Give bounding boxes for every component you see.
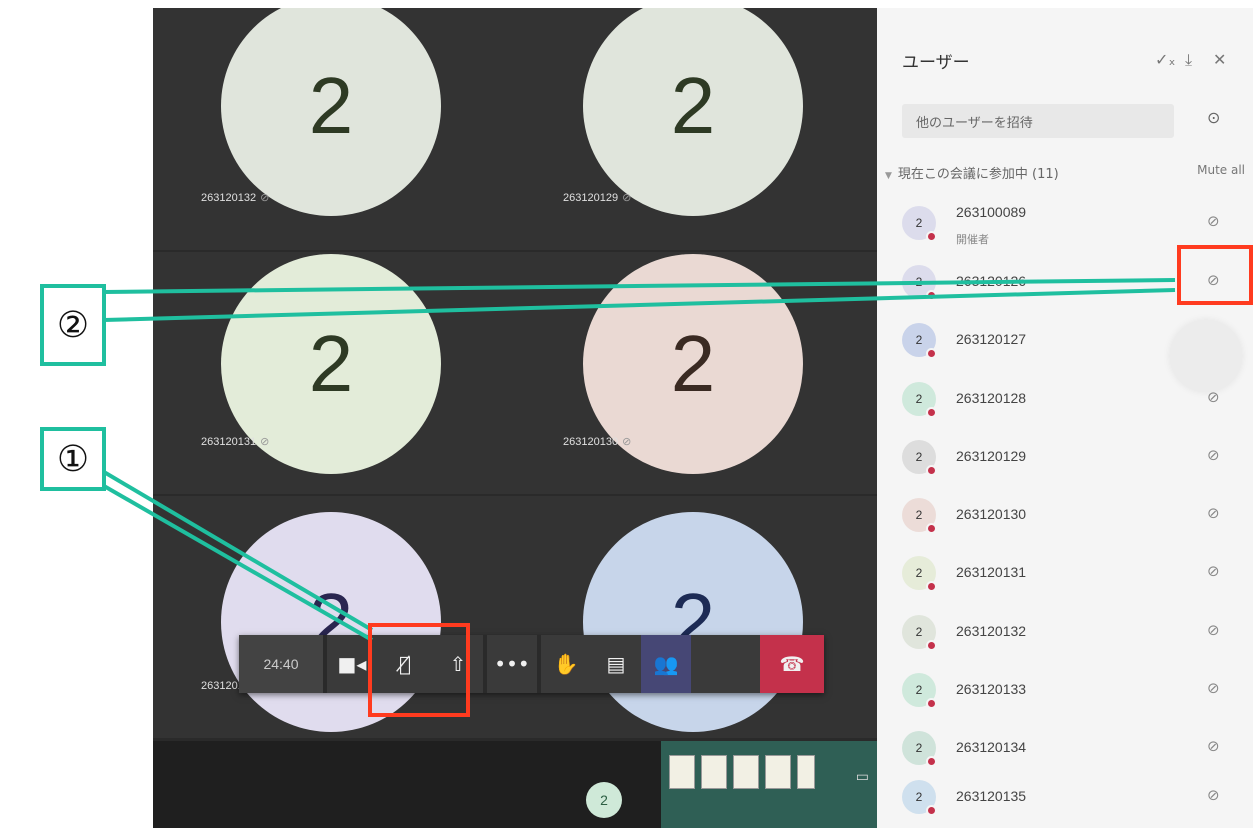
mic-muted-icon[interactable]: ⊘ [1207, 679, 1220, 697]
participant-name: 263120126 [956, 273, 1027, 289]
raise-hand-icon[interactable]: ✋ [541, 635, 591, 693]
mic-muted-icon: ⊘ [622, 192, 632, 204]
tile-name: 263120130 ⊘ [563, 436, 632, 448]
participant-row[interactable]: 2 263120130 ⊘ [902, 490, 1242, 546]
call-timer: 24:40 [239, 635, 323, 693]
card-image [797, 755, 815, 789]
participant-name: 263120127 [956, 331, 1027, 347]
download-icon[interactable]: ⤓ [1185, 50, 1192, 70]
video-grid: 2 263120132 ⊘ 2 263120129 ⊘ 2 263120131 ⊘ 2… [153, 8, 877, 828]
tile-avatar: 2 [221, 8, 441, 216]
participants-panel: ユーザー ✓ₓ ⤓ ✕ 他のユーザーを招待 ⊙ ▼ 現在この会議に参加中 (11)… [877, 8, 1253, 828]
highlight-mic-button [368, 623, 470, 717]
status-dot [926, 407, 937, 418]
status-dot [926, 581, 937, 592]
participant-name: 263120132 [956, 623, 1027, 639]
tile-name: 263120131 ⊘ [201, 436, 270, 448]
status-dot [926, 756, 937, 767]
screen-share-icon: ▭ [855, 769, 869, 785]
chat-icon[interactable]: ▤ [591, 635, 641, 693]
mic-muted-icon[interactable]: ⊘ [1207, 212, 1220, 230]
participant-row[interactable]: 2 263120134 ⊘ [902, 723, 1242, 779]
mic-muted-icon[interactable]: ⊘ [1207, 621, 1220, 639]
video-tile[interactable]: 2 263120132 ⊘ [153, 8, 515, 250]
status-dot [926, 523, 937, 534]
mute-all-button[interactable]: Mute all [1197, 163, 1245, 177]
card-image [733, 755, 759, 789]
annotation-label-1: ① [40, 427, 106, 491]
mic-muted-icon[interactable]: ⊘ [1207, 562, 1220, 580]
participants-icon[interactable]: 👥 [641, 635, 691, 693]
tile-avatar: 2 [583, 8, 803, 216]
mic-muted-icon[interactable]: ⊘ [1207, 504, 1220, 522]
annotation-label-2: ② [40, 284, 106, 366]
link-icon[interactable]: ⊙ [1207, 108, 1220, 127]
mic-muted-icon: ⊘ [260, 192, 270, 204]
more-icon[interactable]: ••• [487, 635, 537, 693]
participant-row[interactable]: 2 263120135 ⊘ [902, 772, 1242, 828]
tile-name: 263120132 ⊘ [201, 192, 270, 204]
participant-row[interactable]: 2 263120129 ⊘ [902, 432, 1242, 488]
participant-name: 263120131 [956, 564, 1027, 580]
invite-input[interactable]: 他のユーザーを招待 [902, 104, 1174, 138]
status-dot [926, 698, 937, 709]
video-tile[interactable]: 2 263120127⊘ [515, 496, 877, 738]
mic-muted-icon[interactable]: ⊘ [1207, 446, 1220, 464]
participant-name: 263120134 [956, 739, 1027, 755]
participant-name: 263120133 [956, 681, 1027, 697]
mic-muted-icon[interactable]: ⊘ [1207, 786, 1220, 804]
mic-muted-icon: ⊘ [260, 436, 270, 448]
meeting-screen: 2 263120132 ⊘ 2 263120129 ⊘ 2 263120131 ⊘ 2… [0, 0, 1253, 828]
status-dot [926, 290, 937, 301]
status-dot [926, 805, 937, 816]
participant-name: 263100089 [956, 204, 1027, 220]
participant-name: 263120135 [956, 788, 1027, 804]
caret-down-icon: ▼ [885, 171, 892, 181]
tile-name: 263120129 ⊘ [563, 192, 632, 204]
status-dot [926, 348, 937, 359]
card-image [669, 755, 695, 789]
self-avatar: 2 [586, 782, 622, 818]
mute-all-check-icon[interactable]: ✓ₓ [1155, 50, 1176, 69]
status-dot [926, 465, 937, 476]
in-meeting-section-header[interactable]: ▼ 現在この会議に参加中 (11) [885, 163, 1059, 182]
video-tile[interactable]: 2 263120131 ⊘ [153, 252, 515, 494]
participant-row[interactable]: 2 263120133 ⊘ [902, 665, 1242, 721]
participant-name: 263120129 [956, 448, 1027, 464]
tile-avatar: 2 [583, 512, 803, 732]
video-tile[interactable]: 2 263120130 ⊘ [515, 252, 877, 494]
card-image [701, 755, 727, 789]
video-tile[interactable]: 2 263120129 ⊘ [515, 8, 877, 250]
participant-role: 開催者 [956, 233, 989, 246]
shared-content-thumbnail[interactable]: ▭ [661, 741, 877, 828]
card-image [765, 755, 791, 789]
hang-up-icon[interactable]: ☎ [760, 635, 824, 693]
call-control-bar: 24:40 ■◂ 🎙̸ ⇧ ••• ✋ ▤ 👥 ☎ [239, 635, 824, 693]
close-icon[interactable]: ✕ [1213, 50, 1226, 69]
mic-muted-icon: ⊘ [622, 436, 632, 448]
participant-name: 263120128 [956, 390, 1027, 406]
participant-row[interactable]: 2 263120131 ⊘ [902, 548, 1242, 604]
participant-row[interactable]: 2 263120132 ⊘ [902, 607, 1242, 663]
highlight-participant-mic [1177, 245, 1253, 305]
status-dot [926, 640, 937, 651]
status-dot [926, 231, 937, 242]
panel-title: ユーザー [902, 53, 970, 73]
floating-cursor-overlay [1170, 320, 1242, 392]
mic-muted-icon[interactable]: ⊘ [1207, 737, 1220, 755]
participant-name: 263120130 [956, 506, 1027, 522]
